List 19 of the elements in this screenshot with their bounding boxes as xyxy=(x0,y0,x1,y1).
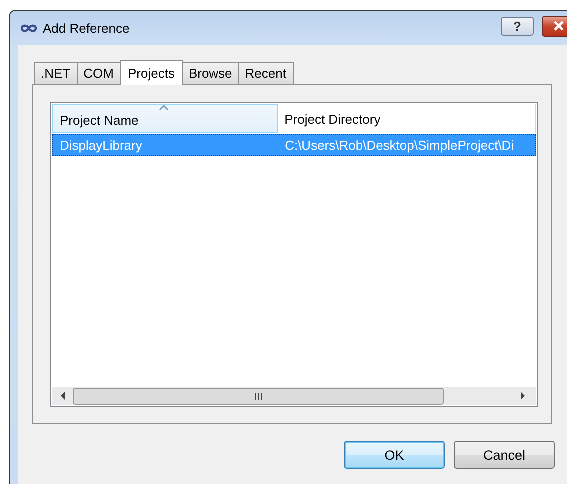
horizontal-scrollbar[interactable] xyxy=(52,387,536,405)
dialog-button[interactable]: Cancel xyxy=(454,441,555,469)
window-title: Add Reference xyxy=(43,20,131,36)
tab[interactable]: .NET xyxy=(34,62,78,84)
dialog-button[interactable]: OK xyxy=(344,441,445,469)
column-header[interactable]: Project Name xyxy=(52,104,278,133)
close-icon xyxy=(553,21,565,31)
tab[interactable]: Browse xyxy=(182,62,240,84)
scroll-right-icon[interactable] xyxy=(518,391,528,401)
help-button[interactable]: ? xyxy=(501,16,534,36)
table-cell-text: DisplayLibrary xyxy=(59,137,144,155)
tab[interactable]: Projects xyxy=(120,60,183,85)
infinity-icon xyxy=(20,24,38,32)
tab[interactable]: Recent xyxy=(238,62,294,84)
tab[interactable]: COM xyxy=(76,62,121,84)
table-cell-text: C:\Users\Rob\Desktop\SimpleProject\Di xyxy=(284,137,516,155)
column-header[interactable]: Project Directory xyxy=(278,104,536,133)
scrollbar-thumb[interactable] xyxy=(73,388,444,404)
close-button[interactable] xyxy=(542,16,567,36)
